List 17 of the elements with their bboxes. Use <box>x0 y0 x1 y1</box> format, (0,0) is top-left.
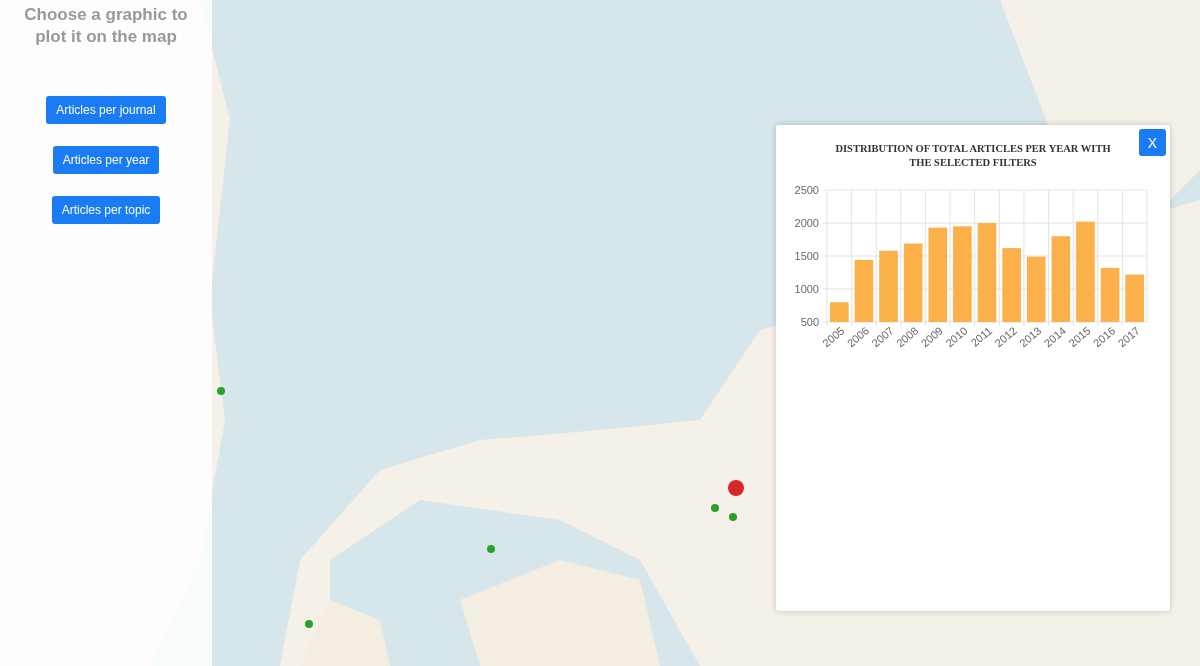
bar <box>830 302 849 322</box>
bar <box>1026 256 1046 322</box>
bar <box>1100 267 1120 322</box>
y-axis-label: 500 <box>800 316 819 328</box>
bar <box>879 250 898 322</box>
chart-button[interactable]: Articles per journal <box>46 96 166 124</box>
chart-title: DISTRIBUTION OF TOTAL ARTICLES PER YEAR WITH THE SELECTED FILTERS <box>834 142 1112 170</box>
close-button[interactable]: X <box>1139 129 1166 156</box>
y-axis-label: 2500 <box>794 184 819 196</box>
y-axis-label: 1500 <box>794 250 819 262</box>
bar <box>854 259 874 322</box>
y-axis-label: 1000 <box>794 283 819 295</box>
sidebar-title: Choose a graphic to plot it on the map <box>23 4 189 48</box>
chart-button[interactable]: Articles per year <box>52 146 160 174</box>
chart-button[interactable]: Articles per topic <box>51 196 161 224</box>
bar <box>1125 274 1144 322</box>
y-axis-label: 2000 <box>794 217 819 229</box>
